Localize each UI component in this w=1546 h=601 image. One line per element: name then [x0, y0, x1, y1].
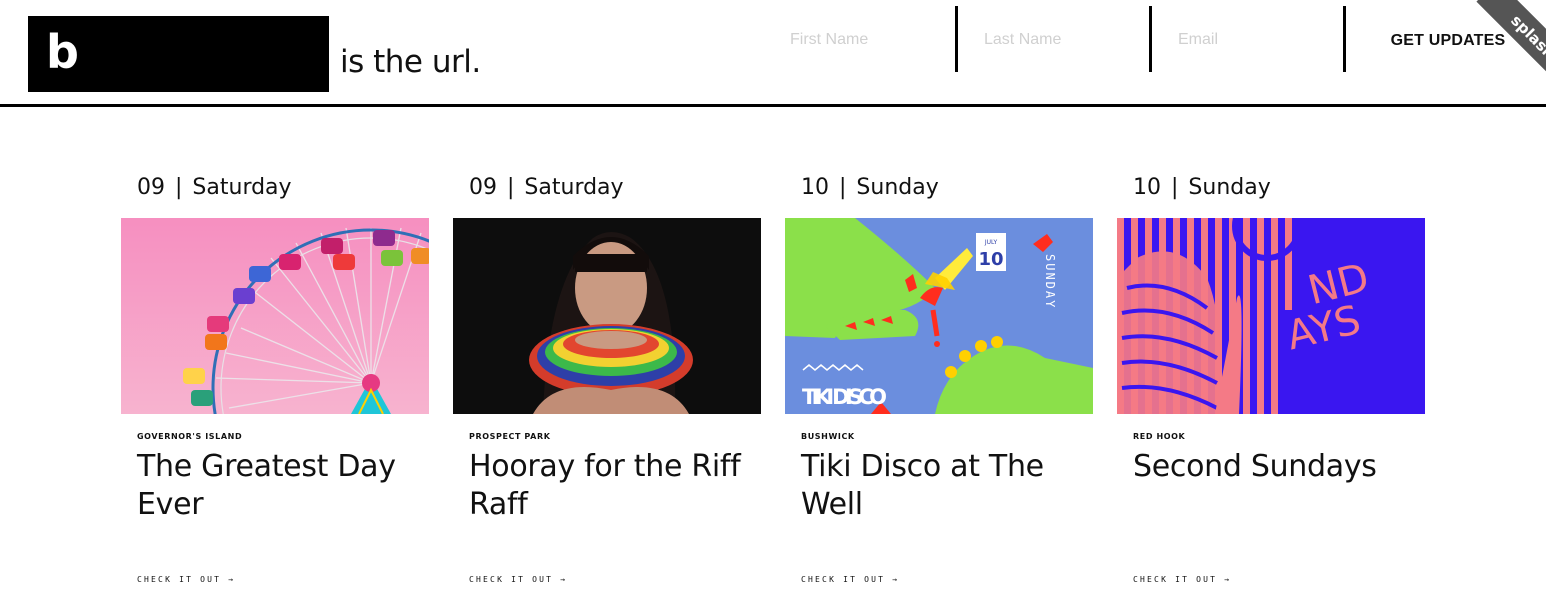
event-title[interactable]: The Greatest Day Ever — [137, 448, 427, 524]
date-separator: | — [1171, 175, 1179, 200]
event-weekday: Sunday — [1188, 175, 1271, 200]
event-location: BUSHWICK — [801, 432, 855, 441]
event-image-portrait[interactable] — [453, 218, 761, 414]
second-sundays-graphic: ND AYS — [1117, 218, 1425, 414]
event-location: RED HOOK — [1133, 432, 1186, 441]
date-separator: | — [175, 175, 183, 200]
poster-vertical-day: SUNDAY — [1043, 254, 1057, 309]
check-it-out-link[interactable]: CHECK IT OUT → — [469, 575, 567, 584]
splash-ribbon[interactable]: splash — [1462, 0, 1546, 84]
event-day-number: 09 — [469, 175, 497, 200]
event-date: 09 | Saturday — [137, 172, 292, 204]
date-separator: | — [839, 175, 847, 200]
event-title[interactable]: Hooray for the Riff Raff — [469, 448, 759, 524]
event-date: 10 | Sunday — [1133, 172, 1271, 204]
event-title[interactable]: Tiki Disco at The Well — [801, 448, 1091, 524]
event-image-second-sundays[interactable]: ND AYS — [1117, 218, 1425, 414]
event-day-number: 10 — [801, 175, 829, 200]
event-date: 10 | Sunday — [801, 172, 939, 204]
poster-month: JULY — [984, 239, 998, 246]
event-image-ferris-wheel[interactable] — [121, 218, 429, 414]
ferris-wheel-illustration — [121, 218, 429, 414]
event-image-tiki-disco[interactable]: JULY 10 SUNDAY TIKI DISCO — [785, 218, 1093, 414]
event-weekday: Sunday — [856, 175, 939, 200]
logo-letter: b — [46, 25, 79, 79]
event-card[interactable]: 10 | Sunday JULY 10 SUNDAY TIKI DISCO BU… — [785, 0, 1093, 601]
event-day-number: 09 — [137, 175, 165, 200]
check-it-out-link[interactable]: CHECK IT OUT → — [801, 575, 899, 584]
event-location: PROSPECT PARK — [469, 432, 551, 441]
poster-event-name: TIKI DISCO — [802, 385, 887, 409]
event-weekday: Saturday — [524, 175, 624, 200]
event-card[interactable]: 09 | Saturday GOVERNOR'S ISLAND The Grea… — [121, 0, 429, 601]
check-it-out-link[interactable]: CHECK IT OUT → — [137, 575, 235, 584]
portrait-illustration — [453, 218, 761, 414]
event-day-number: 10 — [1133, 175, 1161, 200]
event-location: GOVERNOR'S ISLAND — [137, 432, 243, 441]
event-card[interactable]: 09 | Saturday PROSPECT PARK Hooray for the… — [453, 0, 761, 601]
splash-ribbon-label: splash — [1476, 0, 1546, 84]
date-separator: | — [507, 175, 515, 200]
check-it-out-link[interactable]: CHECK IT OUT → — [1133, 575, 1231, 584]
event-date: 09 | Saturday — [469, 172, 624, 204]
event-weekday: Saturday — [192, 175, 292, 200]
event-card[interactable]: 10 | Sunday ND AYS RED HOOK Second Sunda… — [1117, 0, 1425, 601]
event-title[interactable]: Second Sundays — [1133, 448, 1423, 486]
poster-day: 10 — [978, 249, 1003, 270]
tiki-disco-poster: JULY 10 SUNDAY TIKI DISCO — [785, 218, 1093, 414]
